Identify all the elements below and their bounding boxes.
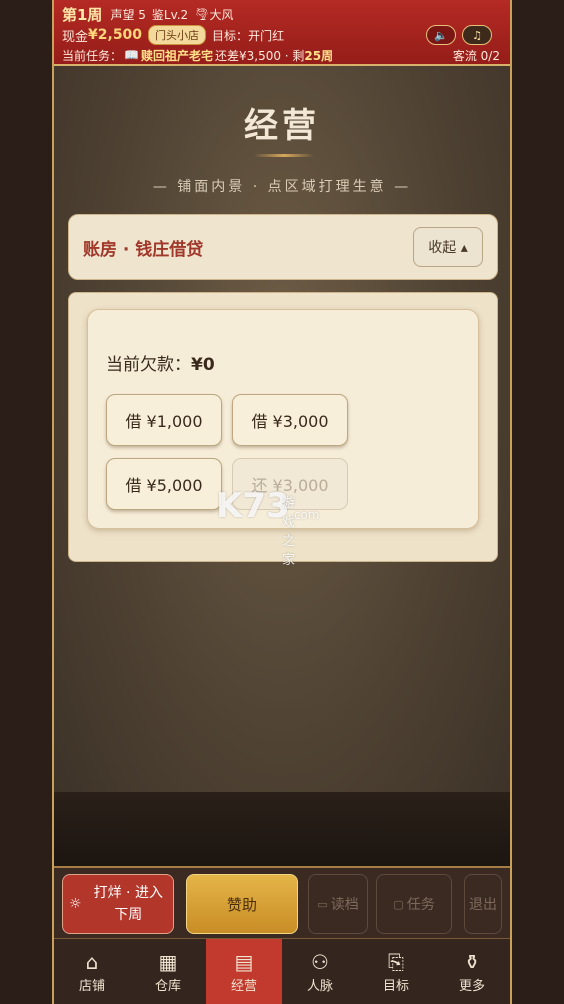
warehouse-icon: ▦ — [158, 950, 178, 974]
repay-3000-button[interactable]: 还 ¥3,000 — [232, 458, 348, 510]
folder-icon: ▭ — [317, 897, 328, 911]
task-button[interactable]: ▢ 任务 — [376, 874, 452, 934]
tab-more[interactable]: ⚱ 更多 — [434, 939, 510, 1004]
tab-goals-label: 目标 — [382, 979, 409, 994]
task-weeks-left: 25周 — [304, 48, 334, 63]
tab-more-label: 更多 — [458, 979, 485, 994]
end-week-label: 打烊 · 进入 下周 — [88, 882, 173, 926]
guest-flow-counter: 客流 0/2 — [452, 49, 500, 63]
sponsor-button[interactable]: 赞助 — [186, 874, 298, 934]
debt-value: ¥0 — [191, 355, 215, 375]
left-frame — [0, 0, 52, 1004]
bank-panel-header: 账房 · 钱庄借贷 收起 ▴ — [68, 214, 498, 280]
bank-panel-title: 账房 · 钱庄借贷 — [83, 239, 204, 260]
tab-warehouse-label: 仓库 — [154, 979, 181, 994]
speaker-icon: 🔈 — [434, 28, 448, 42]
goal-value: 开门红 — [248, 28, 285, 43]
music-toggle-button[interactable]: ♫ — [462, 25, 492, 45]
right-frame — [512, 0, 564, 1004]
scroll-icon: ⎘ — [388, 950, 404, 974]
tab-contacts[interactable]: ⚇ 人脉 — [282, 939, 358, 1004]
tab-goals[interactable]: ⎘ 目标 — [358, 939, 434, 1004]
task-button-label: 任务 — [406, 897, 435, 913]
load-save-label: 读档 — [330, 897, 359, 913]
page-subtitle: — 铺面内景 · 点区域打理生意 — — [152, 179, 412, 195]
debt-label: 当前欠款： — [106, 355, 191, 375]
tab-warehouse[interactable]: ▦ 仓库 — [130, 939, 206, 1004]
bottom-tab-bar: ⌂ 店铺 ▦ 仓库 ▤ 经营 ⚇ 人脉 ⎘ 目标 ⚱ 更多 — [54, 938, 510, 1004]
weather-label: 大风 — [209, 7, 234, 22]
week-label: 第1周 — [62, 5, 103, 24]
game-app: 第1周 声望 5 鉴Lv.2 🌪 大风 现金 ¥2,500 门头小店 目标： 开… — [52, 0, 512, 1004]
hud-bar: 第1周 声望 5 鉴Lv.2 🌪 大风 现金 ¥2,500 门头小店 目标： 开… — [54, 0, 510, 66]
borrow-5000-button[interactable]: 借 ¥5,000 — [106, 458, 222, 510]
task-label: 当前任务： — [62, 48, 123, 63]
sound-toggle-button[interactable]: 🔈 — [426, 25, 456, 45]
music-note-icon: ♫ — [472, 28, 482, 42]
tab-contacts-label: 人脉 — [306, 979, 333, 994]
shop-level-badge: 门头小店 — [148, 25, 207, 45]
scene-floor — [54, 792, 510, 866]
collapse-button[interactable]: 收起 ▴ — [413, 227, 483, 267]
sun-icon: ☼ — [69, 896, 82, 912]
task-remaining: 还差¥3,500 · 剩 — [214, 48, 305, 63]
goal-label: 目标： — [212, 28, 249, 43]
reputation-label: 声望 5 — [110, 7, 146, 22]
ledger-icon: ▤ — [234, 950, 254, 974]
people-icon: ⚇ — [311, 950, 329, 974]
end-week-line2: 下周 — [114, 907, 143, 923]
tab-business-label: 经营 — [230, 979, 257, 994]
tab-shop[interactable]: ⌂ 店铺 — [54, 939, 130, 1004]
page-title: 经营 — [244, 106, 320, 146]
end-week-line1: 打烊 · 进入 — [93, 885, 163, 901]
shop-icon: ⌂ — [85, 950, 99, 974]
more-icon: ⚱ — [463, 950, 481, 974]
task-doc-icon: ▢ — [393, 897, 404, 911]
quit-button[interactable]: 退出 — [464, 874, 502, 934]
loan-card: 当前欠款：¥0 借 ¥1,000 借 ¥3,000 借 ¥5,000 还 ¥3,… — [87, 309, 479, 529]
shop-interior-scene[interactable]: 经营 — 铺面内景 · 点区域打理生意 — 账房 · 钱庄借贷 收起 ▴ 当前欠… — [54, 66, 510, 866]
cash-value: ¥2,500 — [88, 27, 143, 43]
tab-shop-label: 店铺 — [78, 979, 105, 994]
load-save-button[interactable]: ▭ 读档 — [308, 874, 368, 934]
tab-business[interactable]: ▤ 经营 — [206, 939, 282, 1004]
book-icon: 📖 — [124, 48, 139, 62]
end-week-button[interactable]: ☼ 打烊 · 进入 下周 — [62, 874, 174, 934]
appraise-level: 鉴Lv.2 — [151, 7, 189, 22]
title-divider — [254, 154, 314, 157]
tornado-icon: 🌪 — [194, 7, 210, 21]
task-name: 赎回祖产老宅 — [140, 48, 213, 63]
borrow-3000-button[interactable]: 借 ¥3,000 — [232, 394, 348, 446]
debt-line: 当前欠款：¥0 — [106, 350, 215, 375]
bank-panel-body: 当前欠款：¥0 借 ¥1,000 借 ¥3,000 借 ¥5,000 还 ¥3,… — [68, 292, 498, 562]
borrow-1000-button[interactable]: 借 ¥1,000 — [106, 394, 222, 446]
action-bar: ☼ 打烊 · 进入 下周 赞助 ▭ 读档 ▢ 任务 退出 — [54, 866, 510, 938]
cash-label: 现金 — [62, 29, 89, 45]
